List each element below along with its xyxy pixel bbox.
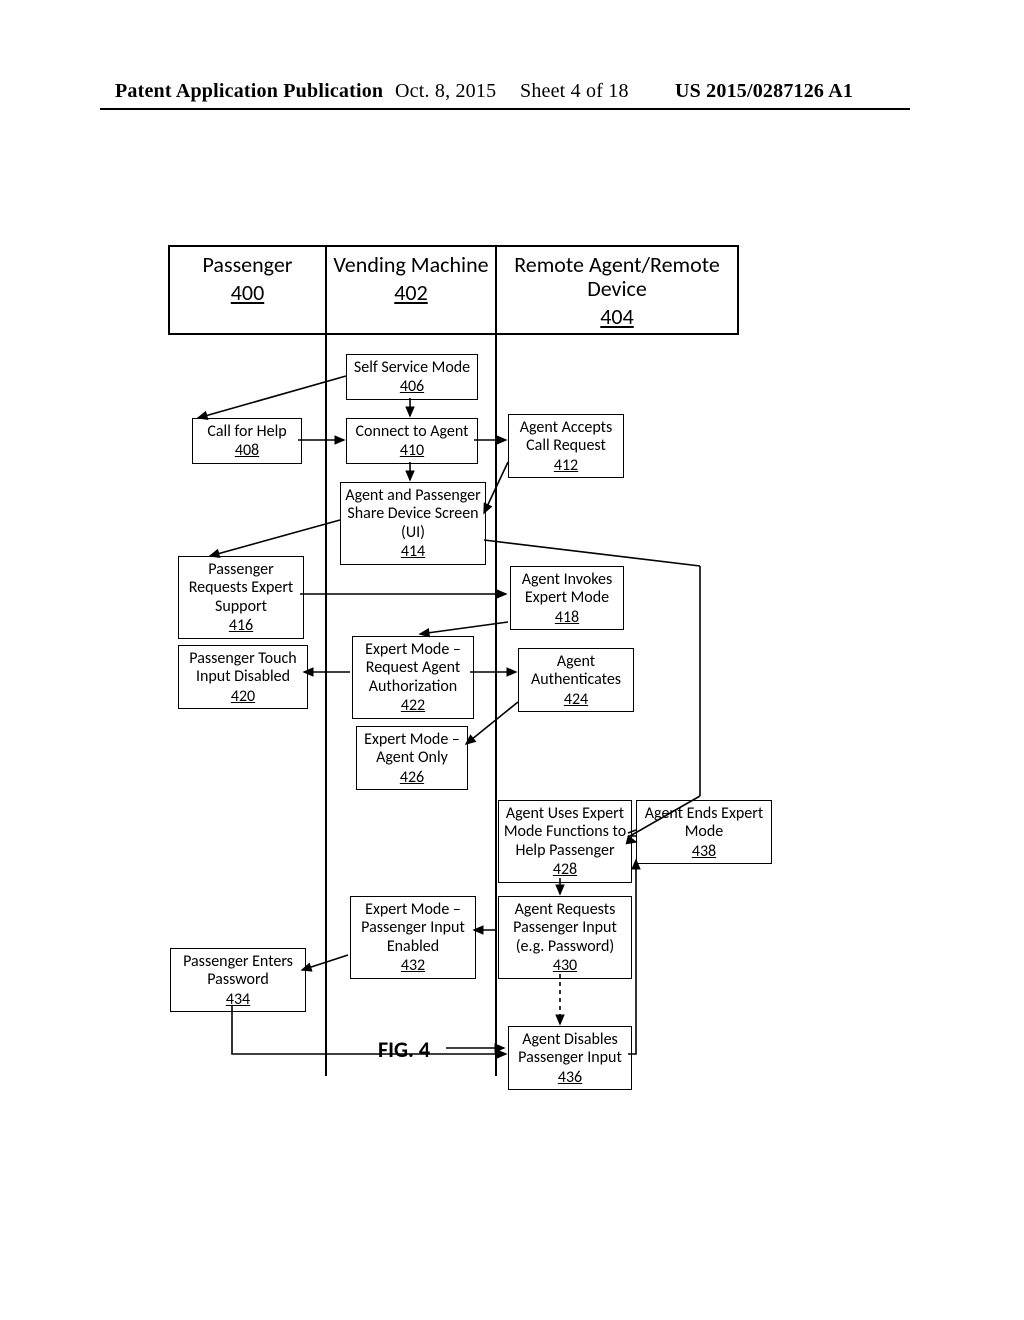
box-412-title: Agent Accepts Call Request: [511, 419, 621, 456]
box-430-ref: 430: [501, 957, 629, 975]
box-418-title: Agent Invokes Expert Mode: [513, 571, 621, 608]
lane-remote-title: Remote Agent/Remote Device: [497, 247, 737, 301]
lane-passenger: Passenger 400: [168, 245, 327, 335]
box-422-title: Expert Mode – Request Agent Authorizatio…: [355, 641, 471, 696]
box-438-title: Agent Ends Expert Mode: [639, 805, 769, 842]
connector-layer: [0, 0, 1024, 1320]
box-408-title: Call for Help: [195, 423, 299, 441]
box-share-screen: Agent and Passenger Share Device Screen …: [340, 482, 486, 565]
lane-divider-2: [495, 333, 497, 1076]
header-date: Oct. 8, 2015: [395, 80, 496, 103]
box-432-ref: 432: [353, 957, 473, 975]
figure-label: FIG. 4: [378, 1036, 430, 1063]
lane-divider-1: [325, 333, 327, 1076]
box-agent-invokes-expert: Agent Invokes Expert Mode 418: [510, 566, 624, 630]
header-publication: Patent Application Publication: [115, 80, 383, 103]
box-428-title: Agent Uses Expert Mode Functions to Help…: [501, 805, 629, 860]
lane-vending: Vending Machine 402: [325, 245, 497, 335]
box-406-ref: 406: [349, 378, 475, 396]
box-432-title: Expert Mode – Passenger Input Enabled: [353, 901, 473, 956]
lane-remote-ref: 404: [497, 303, 737, 330]
box-406-title: Self Service Mode: [349, 359, 475, 377]
box-connect-to-agent: Connect to Agent 410: [346, 418, 478, 464]
box-416-ref: 416: [181, 617, 301, 635]
lane-vending-title: Vending Machine: [327, 247, 495, 277]
box-agent-authenticates: Agent Authenticates 424: [518, 648, 634, 712]
box-430-title: Agent Requests Passenger Input (e.g. Pas…: [501, 901, 629, 956]
box-self-service-mode: Self Service Mode 406: [346, 354, 478, 400]
box-414-title: Agent and Passenger Share Device Screen …: [343, 487, 483, 542]
box-436-ref: 436: [511, 1069, 629, 1087]
box-passenger-requests-expert: Passenger Requests Expert Support 416: [178, 556, 304, 639]
box-request-authorization: Expert Mode – Request Agent Authorizatio…: [352, 636, 474, 719]
box-428-ref: 428: [501, 861, 629, 879]
box-touch-disabled: Passenger Touch Input Disabled 420: [178, 645, 308, 709]
header-pubno: US 2015/0287126 A1: [675, 80, 853, 103]
lane-passenger-ref: 400: [170, 279, 325, 306]
box-agent-requests-input: Agent Requests Passenger Input (e.g. Pas…: [498, 896, 632, 979]
box-436-title: Agent Disables Passenger Input: [511, 1031, 629, 1068]
box-424-title: Agent Authenticates: [521, 653, 631, 690]
box-434-title: Passenger Enters Password: [173, 953, 303, 990]
box-422-ref: 422: [355, 697, 471, 715]
box-agent-accepts-call: Agent Accepts Call Request 412: [508, 414, 624, 478]
box-416-title: Passenger Requests Expert Support: [181, 561, 301, 616]
box-426-ref: 426: [359, 769, 465, 787]
box-agent-only: Expert Mode – Agent Only 426: [356, 726, 468, 790]
box-424-ref: 424: [521, 691, 631, 709]
box-414-ref: 414: [343, 543, 483, 561]
box-434-ref: 434: [173, 991, 303, 1009]
box-agent-uses-expert: Agent Uses Expert Mode Functions to Help…: [498, 800, 632, 883]
box-426-title: Expert Mode – Agent Only: [359, 731, 465, 768]
lane-remote: Remote Agent/Remote Device 404: [495, 245, 739, 335]
box-passenger-input-enabled: Expert Mode – Passenger Input Enabled 43…: [350, 896, 476, 979]
lane-passenger-title: Passenger: [170, 247, 325, 277]
fig-arrow: [0, 0, 1024, 1320]
lane-vending-ref: 402: [327, 279, 495, 306]
box-passenger-enters-pwd: Passenger Enters Password 434: [170, 948, 306, 1012]
box-438-ref: 438: [639, 843, 769, 861]
box-410-ref: 410: [349, 442, 475, 460]
header-rule: [100, 108, 910, 110]
box-agent-ends-expert: Agent Ends Expert Mode 438: [636, 800, 772, 864]
box-418-ref: 418: [513, 609, 621, 627]
box-408-ref: 408: [195, 442, 299, 460]
box-412-ref: 412: [511, 457, 621, 475]
box-420-title: Passenger Touch Input Disabled: [181, 650, 305, 687]
box-agent-disables-input: Agent Disables Passenger Input 436: [508, 1026, 632, 1090]
header-sheet: Sheet 4 of 18: [520, 80, 629, 103]
box-410-title: Connect to Agent: [349, 423, 475, 441]
box-420-ref: 420: [181, 688, 305, 706]
box-call-for-help: Call for Help 408: [192, 418, 302, 464]
